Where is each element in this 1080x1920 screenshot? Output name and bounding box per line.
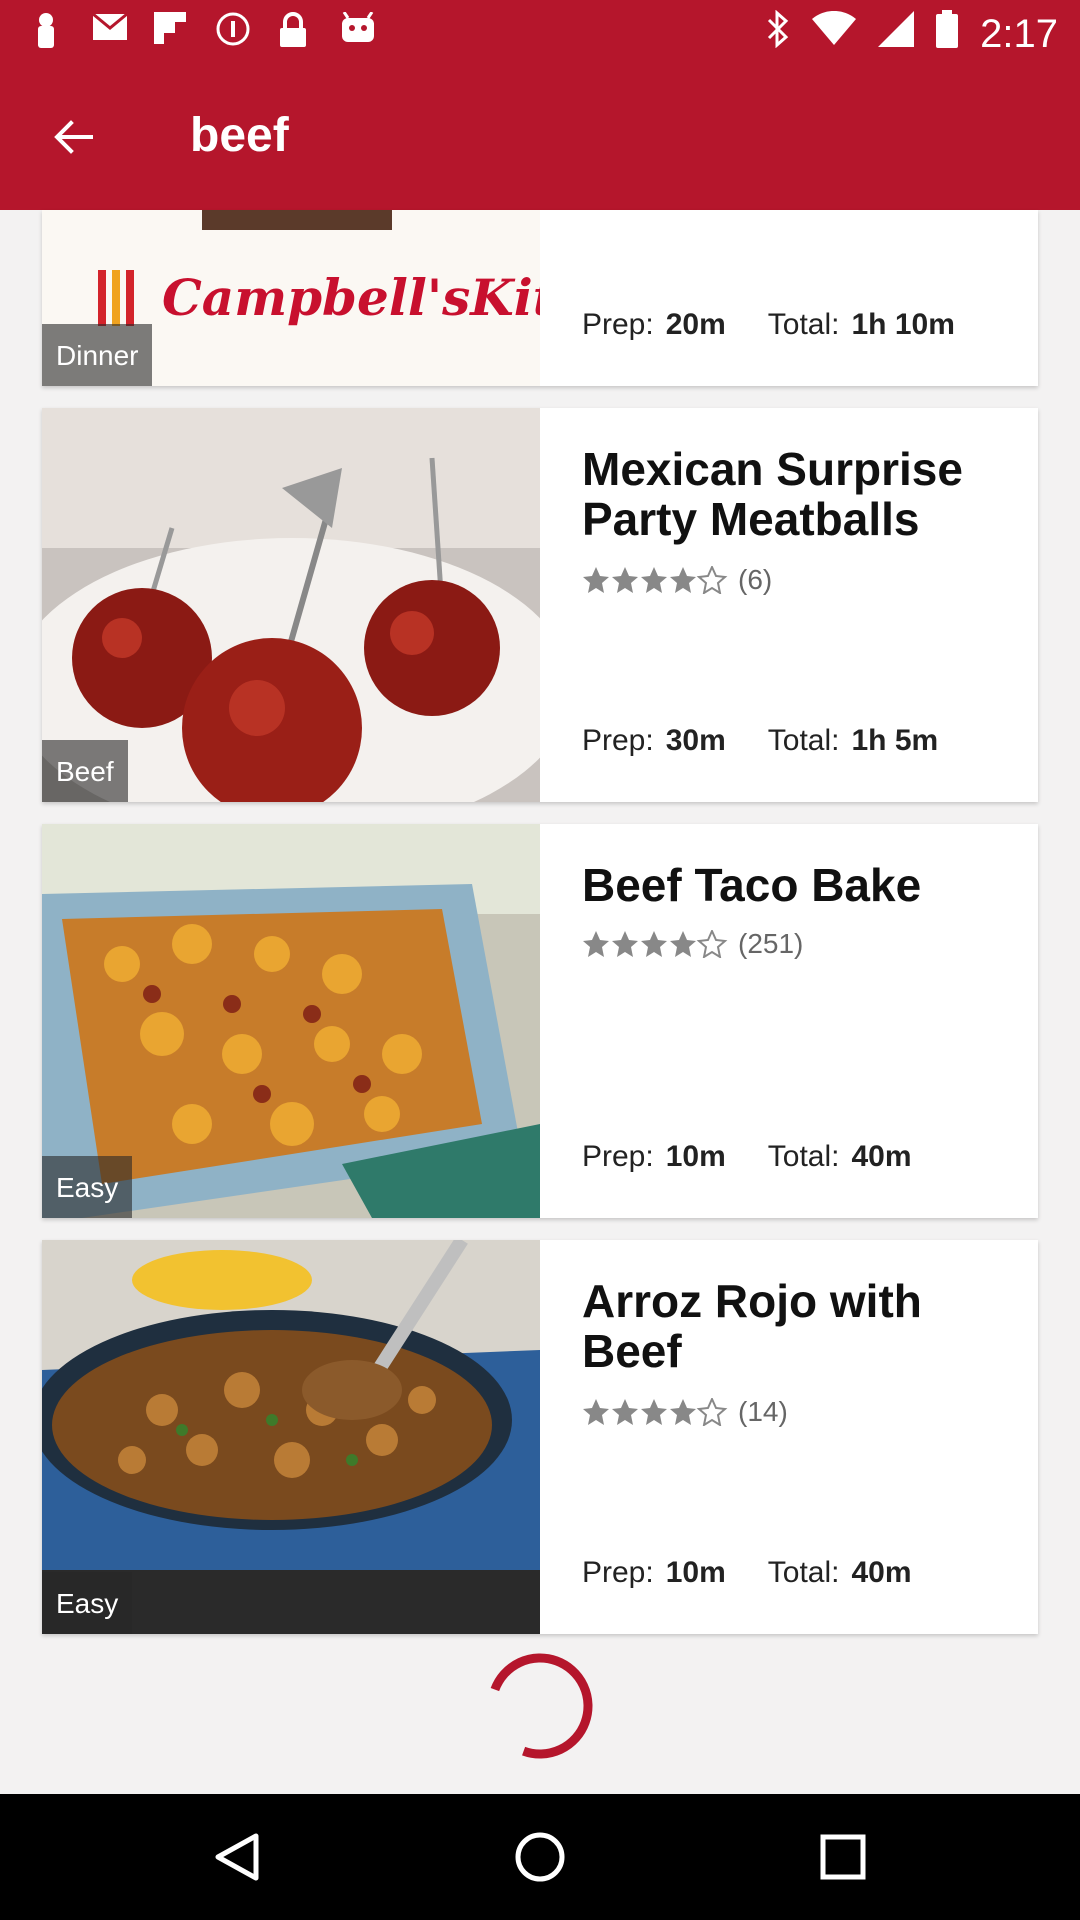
prep-value: 10m [665,1556,726,1589]
recipe-times: Prep: 10m Total: 40m [582,1140,912,1174]
app-bar: beef [0,64,1080,210]
total-value: 1h 10m [851,308,955,341]
prep-label: Prep: [582,1140,654,1173]
campbells-kitchen-logo: Campbell'sKitchen [162,268,540,327]
recipe-image: Campbell'sKitchen Dinner [42,210,540,386]
total-value: 40m [851,1140,912,1173]
page-title: beef [190,109,289,162]
wifi-icon [812,10,857,57]
recipe-body: Prep: 20m Total: 1h 10m [582,210,1018,386]
recipe-body: Arroz Rojo with Beef (14) Prep: 10m Tota… [582,1240,1018,1634]
notification-icon [30,12,62,48]
recipe-card[interactable]: Campbell'sKitchen Dinner Prep: 20m Total… [42,210,1038,386]
nav-recents-button[interactable] [808,1822,878,1892]
rating-count: (6) [738,564,773,595]
bluetooth-icon [766,9,790,58]
rating-count: (14) [738,1396,788,1427]
rating-count: (251) [738,928,804,959]
total-label: Total: [767,308,840,341]
total-label: Total: [767,724,840,757]
recipe-title: Arroz Rojo with Beef [582,1275,922,1377]
recipe-times: Prep: 30m Total: 1h 5m [582,724,938,758]
recipe-image: Easy [42,824,540,1218]
status-right: 2:17 [766,9,1058,58]
lock-icon [278,12,310,48]
star-rating-icon [582,566,728,594]
info-icon [216,12,250,48]
arrow-left-icon [54,120,93,154]
nav-home-icon [515,1832,565,1882]
recipe-tag: Dinner [42,324,153,386]
total-value: 40m [851,1556,912,1589]
back-button[interactable] [40,104,106,170]
flipboard-icon [154,12,186,48]
recipe-body: Beef Taco Bake (251) Prep: 10m Total: 40… [582,824,1018,1218]
prep-label: Prep: [582,1556,654,1589]
star-rating-icon [582,930,728,958]
recipe-tag: Easy [42,1572,133,1634]
recipe-card[interactable]: Beef Mexican Surprise Party Meatballs (6… [42,408,1038,802]
nav-home-button[interactable] [505,1822,575,1892]
recipe-rating: (14) [582,1396,788,1428]
recipe-image: Beef [42,408,540,802]
total-label: Total: [767,1140,840,1173]
android-icon [340,11,374,48]
recipe-title: Beef Taco Bake [582,859,922,911]
total-value: 1h 5m [851,724,939,757]
nav-back-icon [215,1833,259,1881]
prep-label: Prep: [582,308,654,341]
recipe-times: Prep: 10m Total: 40m [582,1556,912,1590]
prep-label: Prep: [582,724,654,757]
battery-icon [936,10,959,58]
prep-value: 20m [665,308,726,341]
status-notification-icons [30,11,374,48]
signal-icon [878,11,915,57]
recipe-rating: (251) [582,928,803,960]
nav-back-button[interactable] [202,1822,272,1892]
brand-logo-text: Campbell'sKitchen [162,268,540,327]
status-bar: 2:17 [0,0,1080,64]
recipe-image: Easy [42,1240,540,1634]
gmail-icon [92,12,128,48]
recipe-rating: (6) [582,564,772,596]
recipe-body: Mexican Surprise Party Meatballs (6) Pre… [582,408,1018,802]
nav-recents-icon [820,1834,866,1880]
prep-value: 30m [665,724,726,757]
screen: 2:17 beef Campbell'sKitchen [0,0,1080,1920]
recipe-times: Prep: 20m Total: 1h 10m [582,308,955,342]
recipe-card[interactable]: Easy Beef Taco Bake (251) Prep: 10m Tota… [42,824,1038,1218]
star-rating-icon [582,1398,728,1426]
total-label: Total: [767,1556,840,1589]
prep-value: 10m [665,1140,726,1173]
system-nav-bar [0,1794,1080,1920]
loading-spinner [484,1650,596,1762]
recipe-card[interactable]: Easy Arroz Rojo with Beef (14) Prep: 10m… [42,1240,1038,1634]
recipe-tag: Easy [42,1156,133,1218]
status-time: 2:17 [980,11,1058,56]
recipe-tag: Beef [42,740,128,802]
recipe-title: Mexican Surprise Party Meatballs [582,443,963,545]
